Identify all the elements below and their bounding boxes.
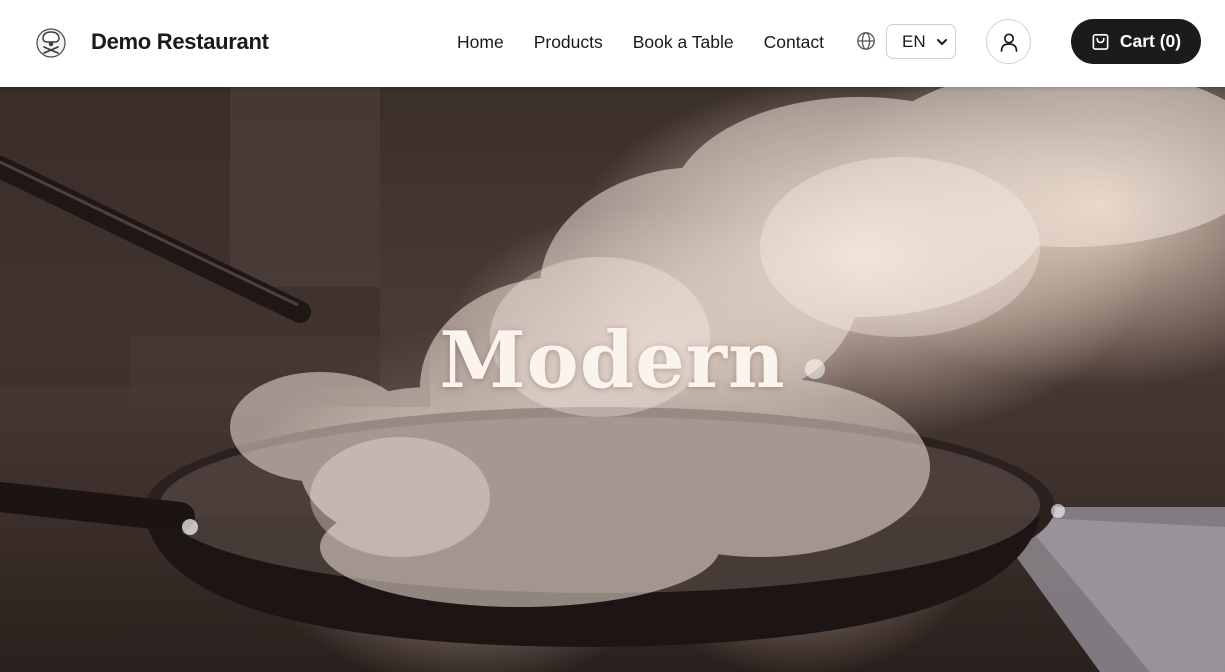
nav-item-home[interactable]: Home bbox=[457, 31, 504, 53]
language-select[interactable]: EN bbox=[886, 24, 956, 59]
site-header: Demo Restaurant Home Products Book a Tab… bbox=[0, 0, 1225, 87]
shopping-bag-icon bbox=[1092, 34, 1109, 50]
brand-name[interactable]: Demo Restaurant bbox=[91, 29, 269, 55]
language-select-value: EN bbox=[902, 31, 926, 51]
nav-item-contact[interactable]: Contact bbox=[764, 31, 824, 53]
chevron-down-icon bbox=[937, 39, 947, 45]
nav-item-book-a-table[interactable]: Book a Table bbox=[633, 31, 734, 53]
account-button[interactable] bbox=[986, 19, 1031, 64]
cart-button[interactable]: Cart (0) bbox=[1071, 19, 1201, 64]
nav-item-products[interactable]: Products bbox=[534, 31, 603, 53]
cart-label: Cart (0) bbox=[1119, 31, 1182, 51]
hero-section: Modern bbox=[0, 87, 1225, 672]
main-nav: Home Products Book a Table Contact bbox=[457, 31, 854, 53]
chef-hat-logo-icon[interactable] bbox=[31, 22, 71, 62]
user-icon bbox=[1000, 32, 1017, 52]
globe-icon bbox=[856, 31, 876, 51]
hero-title: Modern bbox=[439, 315, 786, 406]
